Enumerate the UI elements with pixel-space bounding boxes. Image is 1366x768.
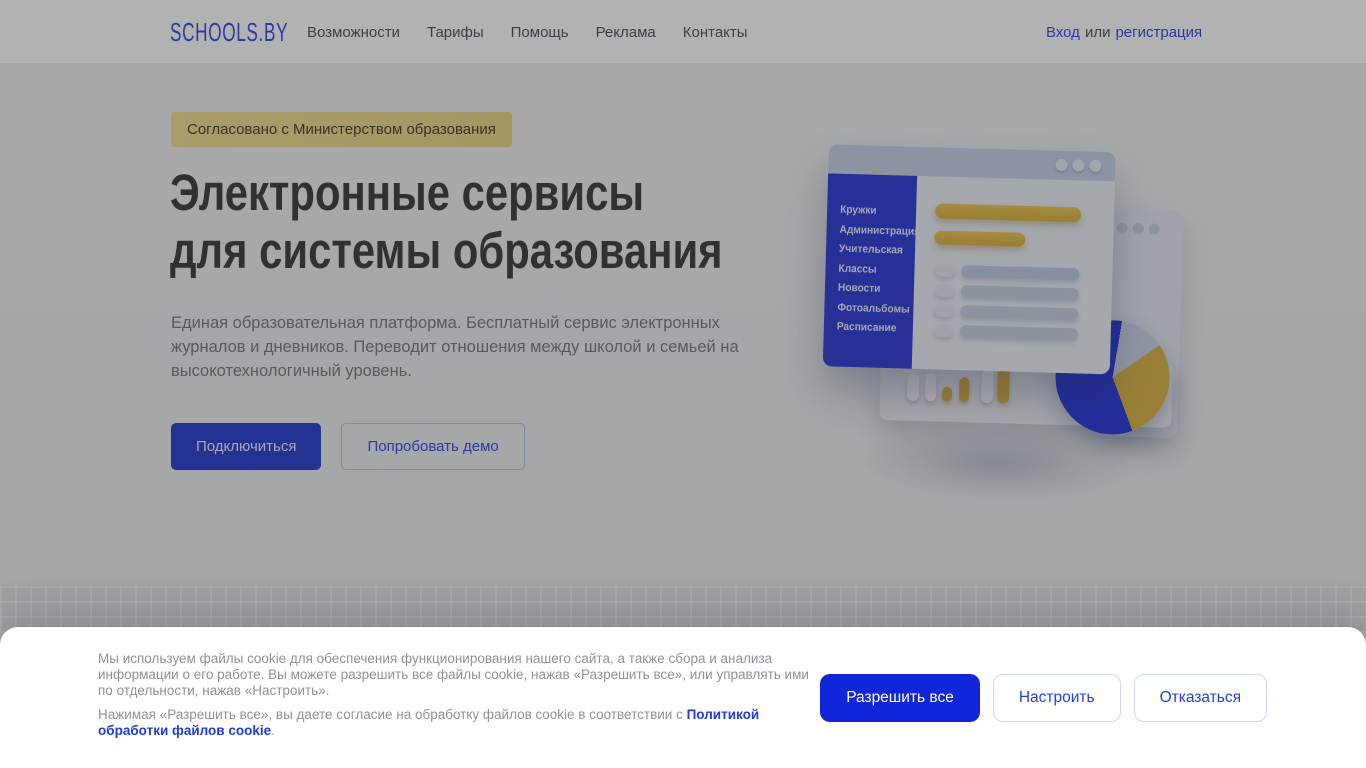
cookie-button-row: Разрешить все Настроить Отказаться bbox=[820, 627, 1267, 768]
allow-all-cookies-button[interactable]: Разрешить все bbox=[820, 673, 980, 722]
configure-cookies-button[interactable]: Настроить bbox=[992, 673, 1121, 722]
cookie-paragraph-1: Мы используем файлы cookie для обеспечен… bbox=[98, 651, 809, 698]
decline-cookies-button[interactable]: Отказаться bbox=[1133, 673, 1267, 722]
cookie-paragraph-2-suffix: . bbox=[271, 723, 275, 739]
cookie-paragraph-2: Нажимая «Разрешить все», вы даете соглас… bbox=[98, 707, 818, 739]
cookie-banner-text: Мы используем файлы cookie для обеспечен… bbox=[98, 651, 818, 739]
cookie-paragraph-2-prefix: Нажимая «Разрешить все», вы даете соглас… bbox=[98, 707, 687, 723]
cookie-banner: Мы используем файлы cookie для обеспечен… bbox=[0, 627, 1366, 768]
